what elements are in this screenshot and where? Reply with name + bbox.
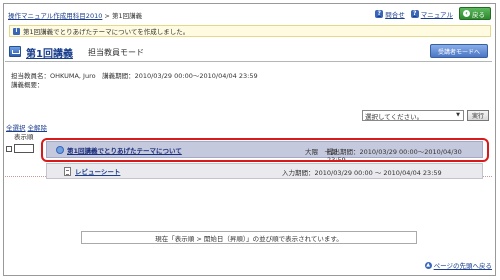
page-header: 第1回講義 担当教員モード 受講者モードへ [5, 42, 492, 62]
notice-bar: i 第1回講義でとりあげたテーマについてを作成しました。 [9, 25, 491, 37]
student-mode-button[interactable]: 受講者モードへ [430, 44, 488, 58]
lecture-meta: 担当教員名：OHKUMA, Juro 講義期間：2010/03/29 00:00… [11, 72, 258, 90]
highlight-box [41, 138, 489, 162]
input-period: 入力期間：2010/03/29 00:00 ～ 2010/04/04 23:59 [282, 169, 442, 177]
question-icon: ? [410, 9, 419, 18]
chevron-down-icon: ▼ [456, 112, 460, 118]
notice-text: 第1回講義でとりあげたテーマについてを作成しました。 [23, 28, 190, 36]
list-item: レビューシート 入力期間：2010/03/29 00:00 ～ 2010/04/… [46, 163, 483, 179]
breadcrumb: 操作マニュアル作成用科目2010 > 第1回講義 [8, 10, 142, 20]
breadcrumb-separator: > [102, 12, 112, 20]
page-top-link[interactable]: ▲ ページの先頭へ戻る [424, 260, 492, 270]
contact-label: 問合せ [385, 10, 405, 19]
breadcrumb-course-link[interactable]: 操作マニュアル作成用科目2010 [8, 12, 102, 20]
contact-link[interactable]: ? 問合せ [375, 9, 405, 19]
order-column-label: 表示順 [14, 133, 34, 141]
summary-label: 講義概要： [11, 81, 44, 89]
teacher-period-line: 担当教員名：OHKUMA, Juro 講義期間：2010/03/29 00:00… [11, 72, 258, 80]
top-bar: 操作マニュアル作成用科目2010 > 第1回講義 ? 問合せ ? マニュアル ‹ 戻る [4, 4, 495, 24]
row-checkbox[interactable] [6, 145, 12, 152]
action-select[interactable]: 選択してください。 ▼ [362, 110, 464, 121]
review-sheet-link[interactable]: レビューシート [75, 166, 120, 176]
info-icon: i [13, 27, 20, 35]
top-links: ? 問合せ ? マニュアル ‹ 戻る [375, 7, 491, 20]
row-controls [6, 144, 34, 153]
manual-link[interactable]: ? マニュアル [410, 9, 453, 19]
action-select-value: 選択してください。 [365, 112, 424, 121]
document-icon [64, 166, 71, 176]
arrow-up-icon: ▲ [424, 261, 432, 269]
sort-order-note: 現在「表示順 > 開始日（昇順）」の並び順で表示されています。 [81, 231, 417, 244]
page-top-label: ページの先頭へ戻る [433, 262, 492, 270]
back-arrow-icon: ‹ [463, 10, 470, 17]
action-select-area: 選択してください。 ▼ 実行 [362, 110, 489, 121]
mode-label: 担当教員モード [88, 48, 144, 57]
manual-label: マニュアル [420, 10, 453, 19]
breadcrumb-current: 第1回講義 [111, 12, 143, 20]
lecture-icon [9, 46, 21, 57]
page-title[interactable]: 第1回講義 [26, 45, 73, 60]
back-label: 戻る [472, 10, 485, 19]
order-input[interactable] [14, 144, 34, 153]
run-button[interactable]: 実行 [467, 110, 489, 121]
question-icon: ? [375, 9, 384, 18]
back-button[interactable]: ‹ 戻る [459, 7, 491, 20]
